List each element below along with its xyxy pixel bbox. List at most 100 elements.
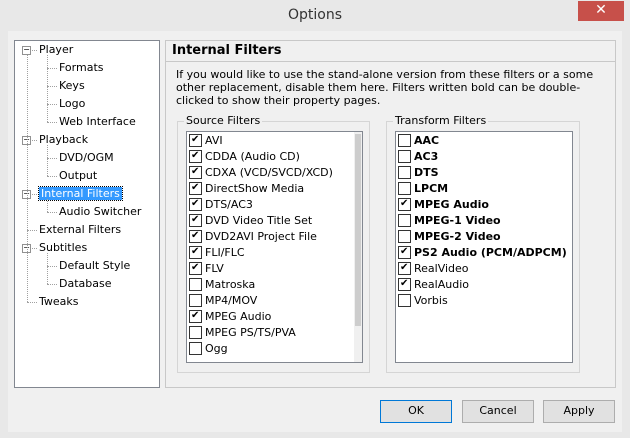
- options-tree[interactable]: Player − Formats Keys Logo Web Interface Playb…: [14, 40, 160, 388]
- filter-checkbox[interactable]: [398, 293, 411, 307]
- tree-item[interactable]: Keys: [59, 78, 85, 94]
- tree-item-label: Internal Filters: [38, 186, 123, 201]
- filter-checkbox[interactable]: [398, 181, 411, 195]
- filter-item[interactable]: MPEG-1 Video: [398, 213, 501, 229]
- filter-item[interactable]: CDDA (Audio CD): [189, 148, 300, 165]
- filter-item[interactable]: Vorbis: [398, 293, 448, 309]
- filter-label: DTS/AC3: [205, 198, 253, 211]
- filter-item[interactable]: FLV: [189, 260, 224, 277]
- tree-item-label: Keys: [59, 79, 85, 92]
- filter-checkbox[interactable]: [189, 212, 202, 228]
- filter-item[interactable]: MPEG PS/TS/PVA: [189, 325, 296, 341]
- tree-item-label: Player: [39, 43, 74, 56]
- filter-checkbox[interactable]: [189, 293, 202, 307]
- filter-item[interactable]: DVD Video Title Set: [189, 212, 312, 229]
- filter-item[interactable]: AC3: [398, 149, 438, 165]
- tree-item-label: Audio Switcher: [59, 205, 142, 218]
- tree-connector: [47, 122, 57, 123]
- source-filters-scrollbar[interactable]: [354, 132, 362, 362]
- filter-item[interactable]: RealAudio: [398, 276, 469, 293]
- filter-checkbox[interactable]: [189, 260, 202, 276]
- filter-checkbox[interactable]: [398, 229, 411, 243]
- filter-item[interactable]: MPEG Audio: [189, 308, 271, 325]
- filter-item[interactable]: DirectShow Media: [189, 180, 305, 197]
- tree-connector: [47, 266, 57, 267]
- window-frame-left: [0, 31, 8, 438]
- tree-item[interactable]: Output: [59, 168, 97, 184]
- tree-item[interactable]: DVD/OGM: [59, 150, 114, 166]
- filter-checkbox[interactable]: [189, 308, 202, 324]
- tree-connector: [47, 86, 57, 87]
- tree-item-label: Database: [59, 277, 112, 290]
- filter-checkbox[interactable]: [398, 244, 411, 260]
- tree-connector: [27, 302, 37, 303]
- filter-checkbox[interactable]: [189, 325, 202, 339]
- filter-item[interactable]: RealVideo: [398, 260, 469, 277]
- tree-connector: [47, 199, 48, 212]
- tree-connector: [32, 194, 37, 195]
- tree-connector: [47, 68, 57, 69]
- ok-button[interactable]: OK: [380, 400, 452, 423]
- filter-checkbox[interactable]: [398, 260, 411, 276]
- filter-item[interactable]: PS2 Audio (PCM/ADPCM): [398, 244, 567, 261]
- filter-checkbox[interactable]: [398, 133, 411, 147]
- tree-connector: [47, 104, 57, 105]
- transform-filters-list[interactable]: AAC AC3 DTS LPCM MPEG Audio MPEG-1 Video MPEG-…: [395, 131, 573, 363]
- filter-checkbox[interactable]: [189, 132, 202, 148]
- tree-connector: [32, 140, 37, 141]
- filter-checkbox[interactable]: [189, 180, 202, 196]
- filter-item[interactable]: CDXA (VCD/SVCD/XCD): [189, 164, 333, 181]
- filter-label: FLV: [205, 262, 224, 275]
- filter-item[interactable]: DTS: [398, 165, 439, 181]
- filter-checkbox[interactable]: [398, 196, 411, 212]
- tree-item[interactable]: Database: [59, 276, 112, 292]
- filter-item[interactable]: MPEG-2 Video: [398, 229, 501, 245]
- tree-item[interactable]: Player: [39, 42, 73, 58]
- filter-label: DTS: [414, 166, 439, 179]
- filter-item[interactable]: AAC: [398, 133, 439, 149]
- filter-label: AAC: [414, 134, 440, 147]
- tree-item[interactable]: Web Interface: [59, 114, 136, 130]
- filter-label: MPEG-1 Video: [414, 214, 501, 227]
- filter-label: Ogg: [205, 342, 228, 355]
- source-filters-list[interactable]: AVI CDDA (Audio CD) CDXA (VCD/SVCD/XCD) Dir…: [186, 131, 363, 363]
- filter-checkbox[interactable]: [189, 277, 202, 291]
- filter-label: CDDA (Audio CD): [205, 150, 300, 163]
- tree-item[interactable]: Default Style: [59, 258, 130, 274]
- window-frame-right: [622, 31, 630, 438]
- cancel-button[interactable]: Cancel: [462, 400, 534, 423]
- tree-item[interactable]: Logo: [59, 96, 85, 112]
- transform-filters-group: Transform Filters AAC AC3 DTS LPCM MPEG Audi…: [386, 114, 580, 373]
- tree-item[interactable]: Formats: [59, 60, 104, 76]
- tree-item[interactable]: External Filters: [39, 222, 121, 238]
- scroll-thumb[interactable]: [355, 134, 361, 326]
- tree-item-label: External Filters: [39, 223, 122, 236]
- filter-item[interactable]: MPEG Audio: [398, 196, 489, 213]
- filter-checkbox[interactable]: [189, 228, 202, 244]
- filter-checkbox[interactable]: [398, 165, 411, 179]
- filter-checkbox[interactable]: [189, 164, 202, 180]
- filter-label: DirectShow Media: [205, 182, 305, 195]
- filter-checkbox[interactable]: [189, 196, 202, 212]
- tree-connector: [47, 55, 48, 122]
- tree-item[interactable]: Audio Switcher: [59, 204, 141, 220]
- collapse-icon[interactable]: −: [22, 46, 31, 55]
- filter-checkbox[interactable]: [398, 276, 411, 292]
- apply-button[interactable]: Apply: [543, 400, 615, 423]
- filter-checkbox[interactable]: [398, 213, 411, 227]
- filter-item[interactable]: Ogg: [189, 341, 228, 357]
- filter-item[interactable]: Matroska: [189, 277, 255, 293]
- filter-checkbox[interactable]: [189, 341, 202, 355]
- tree-item-label: Tweaks: [39, 295, 79, 308]
- tree-item[interactable]: Internal Filters: [38, 186, 123, 202]
- tree-item-label: Logo: [59, 97, 86, 110]
- filter-checkbox[interactable]: [398, 149, 411, 163]
- filter-checkbox[interactable]: [189, 148, 202, 164]
- filter-label: RealAudio: [414, 278, 469, 291]
- filter-item[interactable]: DVD2AVI Project File: [189, 228, 317, 245]
- filter-label: RealVideo: [414, 262, 469, 275]
- filter-checkbox[interactable]: [189, 244, 202, 260]
- tree-item[interactable]: Tweaks: [39, 294, 79, 310]
- filter-label: LPCM: [414, 182, 449, 195]
- close-button[interactable]: ✕: [578, 1, 624, 21]
